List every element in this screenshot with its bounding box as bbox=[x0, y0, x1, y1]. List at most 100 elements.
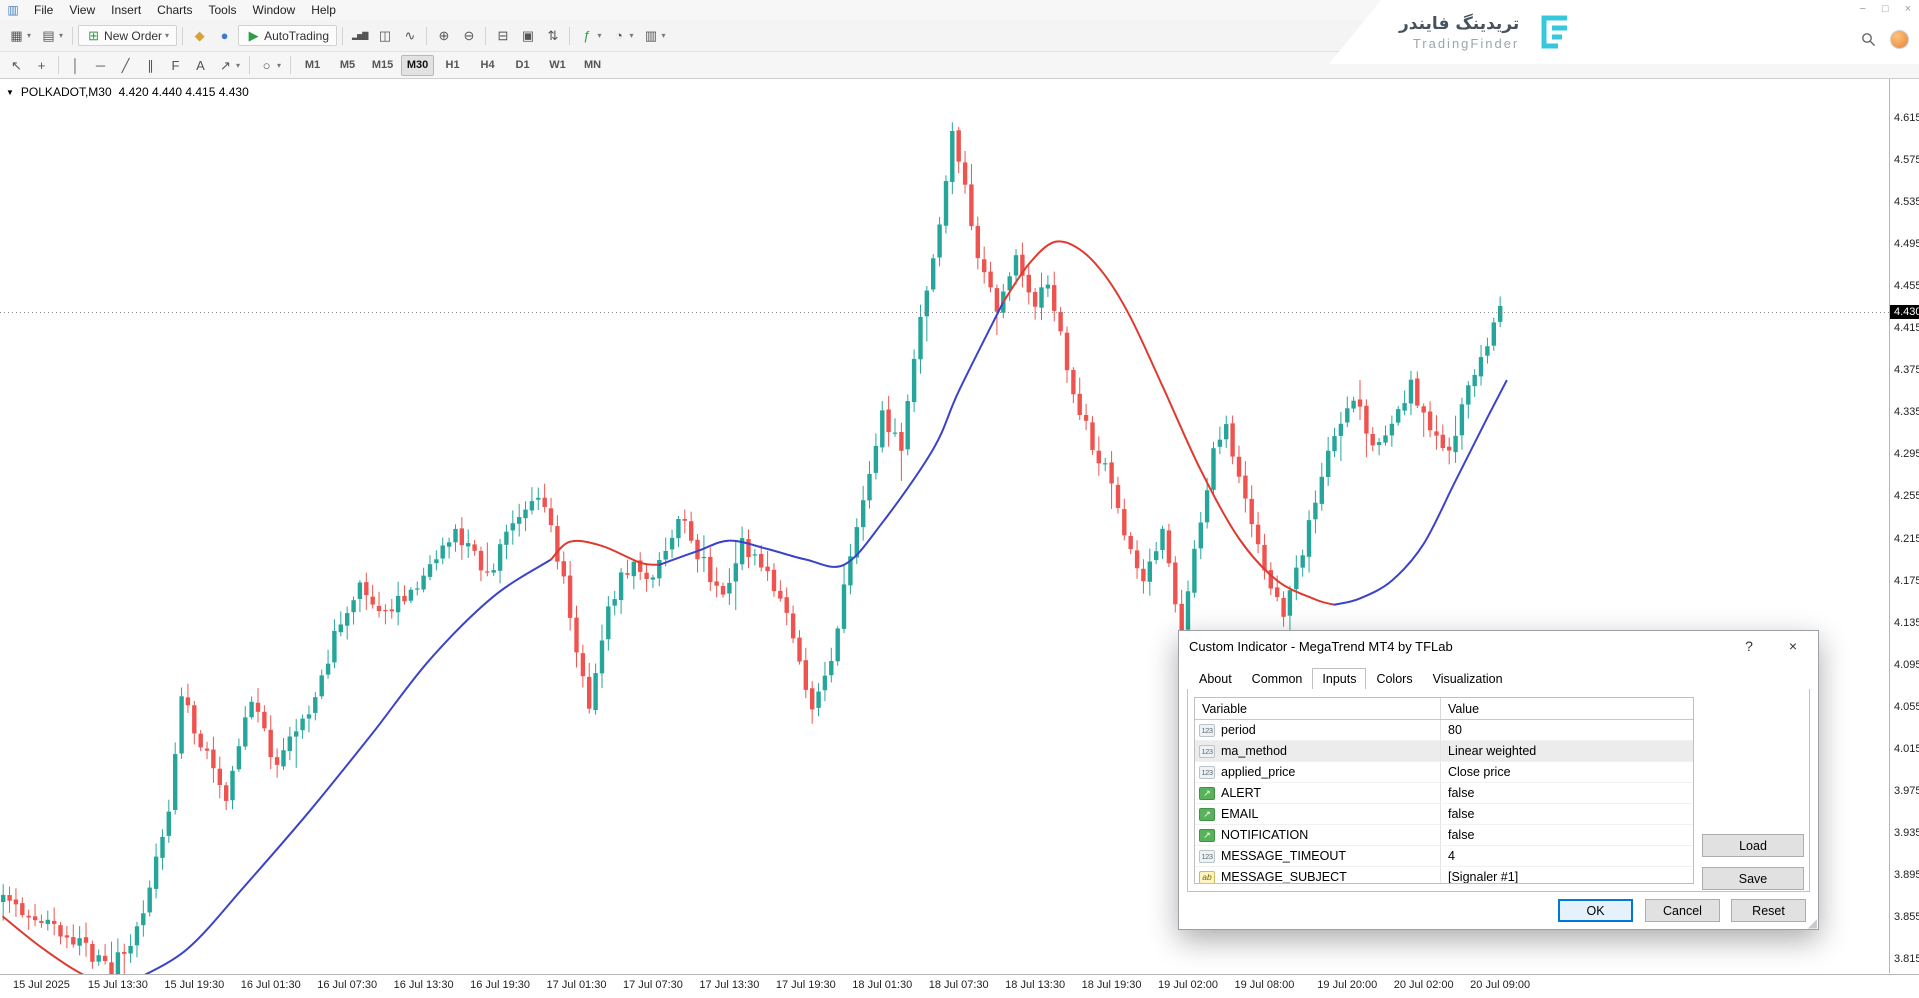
menu-charts[interactable]: Charts bbox=[149, 1, 200, 19]
new-chart-icon-glyph: ▦ bbox=[9, 28, 24, 43]
menu-window[interactable]: Window bbox=[245, 1, 304, 19]
tab-inputs[interactable]: Inputs bbox=[1312, 668, 1366, 690]
tab-visualization[interactable]: Visualization bbox=[1423, 668, 1513, 690]
tab-colors[interactable]: Colors bbox=[1366, 668, 1422, 690]
timeframe-h4[interactable]: H4 bbox=[471, 55, 504, 76]
timeframe-h1[interactable]: H1 bbox=[436, 55, 469, 76]
line-chart-icon[interactable]: ∿ bbox=[398, 26, 421, 45]
dropdown-caret-icon[interactable]: ▾ bbox=[629, 31, 633, 40]
arrows-icon[interactable]: ↗▾ bbox=[214, 56, 244, 75]
time-tick: 17 Jul 19:30 bbox=[776, 979, 836, 991]
dropdown-caret-icon[interactable]: ▾ bbox=[662, 31, 666, 40]
row-MESSAGE_SUBJECT[interactable]: abMESSAGE_SUBJECT[Signaler #1] bbox=[1195, 867, 1693, 884]
text-icon[interactable]: A bbox=[189, 56, 212, 75]
row-ALERT[interactable]: ↗ALERTfalse bbox=[1195, 783, 1693, 804]
dialog-title-bar[interactable]: Custom Indicator - MegaTrend MT4 by TFLa… bbox=[1179, 631, 1818, 661]
load-button[interactable]: Load bbox=[1702, 834, 1804, 857]
dropdown-caret-icon[interactable]: ▾ bbox=[165, 31, 169, 40]
shapes-icon[interactable]: ○▾ bbox=[255, 56, 285, 75]
menu-tools[interactable]: Tools bbox=[201, 1, 245, 19]
dropdown-caret-icon[interactable]: ▾ bbox=[597, 31, 601, 40]
bar-chart-icon[interactable]: ▂▅▇ bbox=[348, 26, 371, 45]
timeframe-m15[interactable]: M15 bbox=[366, 55, 399, 76]
cell-value[interactable]: Close price bbox=[1441, 765, 1693, 779]
timeframe-d1[interactable]: D1 bbox=[506, 55, 539, 76]
price-tick: 4.415 bbox=[1894, 322, 1919, 334]
minimize-icon[interactable]: − bbox=[1859, 3, 1865, 15]
dropdown-caret-icon[interactable]: ▾ bbox=[236, 61, 240, 70]
price-axis[interactable]: 4.430 4.6154.5754.5354.4954.4554.4154.37… bbox=[1889, 79, 1919, 973]
autotrading-button[interactable]: ▶AutoTrading bbox=[238, 25, 337, 46]
tab-about[interactable]: About bbox=[1189, 668, 1242, 690]
search-icon[interactable] bbox=[1861, 32, 1876, 47]
timeframe-m1[interactable]: M1 bbox=[296, 55, 329, 76]
menu-insert[interactable]: Insert bbox=[103, 1, 149, 19]
horizontal-line-icon[interactable]: ─ bbox=[89, 56, 112, 75]
close-icon[interactable]: × bbox=[1905, 3, 1911, 15]
time-tick: 18 Jul 07:30 bbox=[929, 979, 989, 991]
periods-icon[interactable]: ◔▾ bbox=[607, 26, 637, 45]
channel-icon[interactable]: ∥ bbox=[139, 56, 162, 75]
dropdown-caret-icon[interactable]: ▾ bbox=[277, 61, 281, 70]
cell-variable: ↗ALERT bbox=[1195, 783, 1441, 803]
variable-name: ma_method bbox=[1221, 744, 1287, 758]
metaquotes-icon[interactable]: ● bbox=[213, 26, 236, 45]
timeframe-mn[interactable]: MN bbox=[576, 55, 609, 76]
crosshair-icon[interactable]: + bbox=[30, 56, 53, 75]
templates-icon[interactable]: ▥▾ bbox=[640, 26, 670, 45]
candlestick-chart-icon[interactable]: ◫ bbox=[373, 26, 396, 45]
timeframe-m30[interactable]: M30 bbox=[401, 55, 434, 76]
save-button[interactable]: Save bbox=[1702, 867, 1804, 890]
profiles-icon[interactable]: ▤▾ bbox=[37, 26, 67, 45]
tab-common[interactable]: Common bbox=[1242, 668, 1313, 690]
trendline-icon[interactable]: ╱ bbox=[114, 56, 137, 75]
dropdown-caret-icon[interactable]: ▾ bbox=[59, 31, 63, 40]
vertical-line-icon[interactable]: │ bbox=[64, 56, 87, 75]
row-period[interactable]: 123period80 bbox=[1195, 720, 1693, 741]
variable-name: EMAIL bbox=[1221, 807, 1259, 821]
timeframe-m5[interactable]: M5 bbox=[331, 55, 364, 76]
row-MESSAGE_TIMEOUT[interactable]: 123MESSAGE_TIMEOUT4 bbox=[1195, 846, 1693, 867]
cell-value[interactable]: false bbox=[1441, 786, 1693, 800]
cell-value[interactable]: 80 bbox=[1441, 723, 1693, 737]
zoom-out-icon[interactable]: ⊖ bbox=[457, 26, 480, 45]
expert-advisors-icon[interactable]: ◆ bbox=[188, 26, 211, 45]
cancel-button[interactable]: Cancel bbox=[1645, 899, 1720, 922]
menu-view[interactable]: View bbox=[61, 1, 103, 19]
row-applied_price[interactable]: 123applied_priceClose price bbox=[1195, 762, 1693, 783]
cell-value[interactable]: 4 bbox=[1441, 849, 1693, 863]
reset-button[interactable]: Reset bbox=[1731, 899, 1806, 922]
row-ma_method[interactable]: 123ma_methodLinear weighted bbox=[1195, 741, 1693, 762]
menu-file[interactable]: File bbox=[26, 1, 61, 19]
time-tick: 16 Jul 07:30 bbox=[317, 979, 377, 991]
resize-grip[interactable]: ◢ bbox=[1808, 916, 1817, 930]
arrange-icon[interactable]: ⇅ bbox=[541, 26, 564, 45]
dialog-title: Custom Indicator - MegaTrend MT4 by TFLa… bbox=[1189, 639, 1734, 654]
user-avatar[interactable] bbox=[1890, 30, 1909, 49]
cursor-icon[interactable]: ↖ bbox=[5, 56, 28, 75]
cascade-windows-icon[interactable]: ▣ bbox=[516, 26, 539, 45]
dialog-help-button[interactable]: ? bbox=[1734, 638, 1764, 654]
menu-help[interactable]: Help bbox=[303, 1, 344, 19]
cell-value[interactable]: false bbox=[1441, 807, 1693, 821]
time-axis[interactable]: 15 Jul 202515 Jul 13:3015 Jul 19:3016 Ju… bbox=[0, 974, 1919, 998]
timeframe-w1[interactable]: W1 bbox=[541, 55, 574, 76]
zoom-in-icon[interactable]: ⊕ bbox=[432, 26, 455, 45]
maximize-icon[interactable]: □ bbox=[1882, 3, 1889, 15]
price-tick: 4.575 bbox=[1894, 154, 1919, 166]
row-NOTIFICATION[interactable]: ↗NOTIFICATIONfalse bbox=[1195, 825, 1693, 846]
tile-windows-icon[interactable]: ⊟ bbox=[491, 26, 514, 45]
cell-variable: ↗NOTIFICATION bbox=[1195, 825, 1441, 845]
cell-value[interactable]: [Signaler #1] bbox=[1441, 870, 1693, 884]
dropdown-caret-icon[interactable]: ▾ bbox=[27, 31, 31, 40]
cell-value[interactable]: Linear weighted bbox=[1441, 744, 1693, 758]
cell-value[interactable]: false bbox=[1441, 828, 1693, 842]
fibonacci-icon[interactable]: F bbox=[164, 56, 187, 75]
new-chart-icon[interactable]: ▦▾ bbox=[5, 26, 35, 45]
indicators-icon[interactable]: ƒ▾ bbox=[575, 26, 605, 45]
ok-button[interactable]: OK bbox=[1558, 899, 1633, 922]
row-EMAIL[interactable]: ↗EMAILfalse bbox=[1195, 804, 1693, 825]
dialog-close-button[interactable]: × bbox=[1778, 638, 1808, 654]
symbol-dropdown-icon[interactable]: ▼ bbox=[6, 88, 14, 97]
new-order-button[interactable]: ⊞New Order▾ bbox=[78, 25, 177, 46]
